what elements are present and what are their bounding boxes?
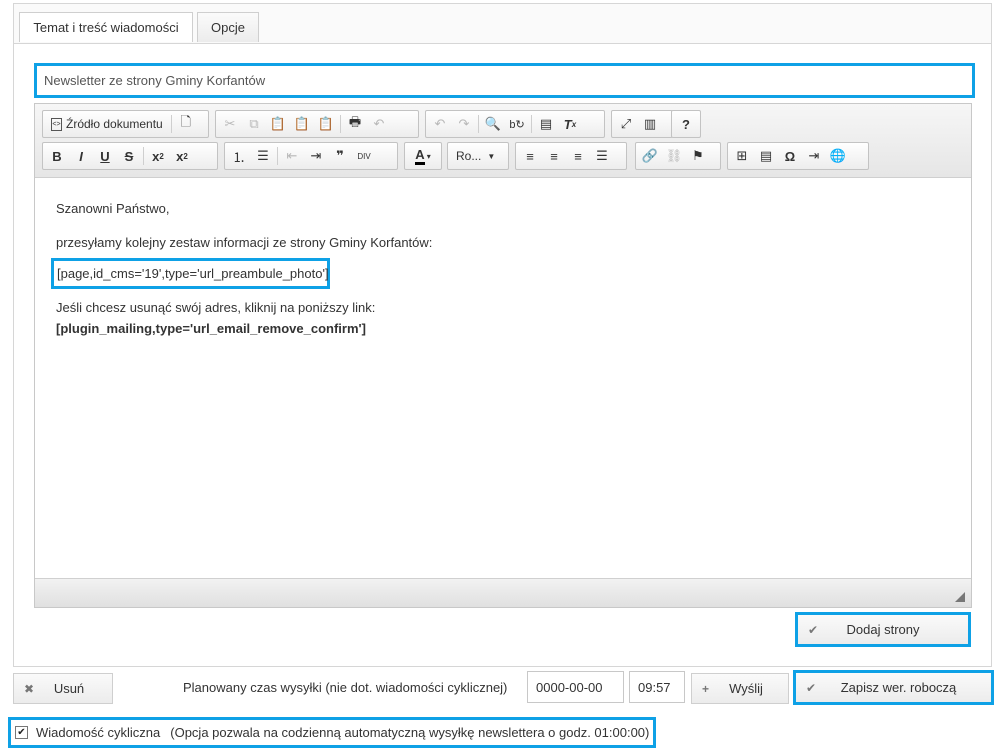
replace-icon[interactable]: b↻ [505,113,529,135]
bulleted-list-icon[interactable]: ☰ [251,145,275,167]
source-button[interactable]: <> Źródło dokumentu [45,113,169,135]
align-justify-icon[interactable]: ☰ [590,145,614,167]
font-combo-value[interactable]: Ro... ▼ [450,145,501,167]
align-right-icon[interactable]: ≡ [566,145,590,167]
paste-text-icon[interactable]: 📋 [290,113,314,135]
italic-icon[interactable]: I [69,145,93,167]
toolbar-group-clipboard: ✂ ⧉ 📋 📋 📋 🖶 ↶ [215,110,419,138]
underline-icon[interactable]: U [93,145,117,167]
subscript-icon[interactable]: x2 [146,145,170,167]
toolbar-group-colors: A ▾ [404,142,442,170]
tab-options-label: Opcje [211,20,245,35]
paste-word-icon[interactable]: 📋 [314,113,338,135]
font-combo[interactable]: Ro... ▼ [447,142,509,170]
toolbar-group-insert: ⊞ ▤ Ω ⇥ 🌐 [727,142,869,170]
iframe-globe-icon[interactable]: 🌐 [826,145,850,167]
redo-icon[interactable]: ↷ [452,113,476,135]
toolbar-group-view: ⤢ ▥ [611,110,673,138]
chevron-down-icon: ▼ [487,151,496,161]
help-icon[interactable]: ? [674,113,698,135]
editor-content[interactable]: Szanowni Państwo, przesyłamy kolejny zes… [36,180,970,578]
cut-icon[interactable]: ✂ [218,113,242,135]
intro-text: przesyłamy kolejny zestaw informacji ze … [56,235,433,250]
maximize-icon[interactable]: ⤢ [614,113,638,135]
toolbar-group-links: 🔗 ⛓ ⚑ [635,142,721,170]
toolbar-group-edit: ↶ ↷ 🔍 b↻ ▤ Tx [425,110,605,138]
horizontal-rule-icon[interactable]: ▤ [754,145,778,167]
tab-options[interactable]: Opcje [197,12,259,42]
strike-icon[interactable]: S [117,145,141,167]
schedule-label: Planowany czas wysyłki (nie dot. wiadomo… [183,680,508,695]
anchor-flag-icon[interactable]: ⚑ [686,145,710,167]
cyclic-message-option: ✔ Wiadomość cykliczna (Opcja pozwala na … [8,717,656,748]
copy-icon[interactable]: ⧉ [242,113,266,135]
bold-icon[interactable]: B [45,145,69,167]
undo-icon[interactable]: ↶ [428,113,452,135]
preamble-tag[interactable]: [page,id_cms='19',type='url_preambule_ph… [51,258,330,289]
remove-format-icon[interactable]: Tx [558,113,582,135]
editor-toolbar: <> Źródło dokumentu 🗋 ✂ ⧉ 📋 📋 📋 🖶 ↶ ↶ ↷ … [35,104,971,178]
outdent-icon[interactable]: ⇤ [280,145,304,167]
paste-icon[interactable]: 📋 [266,113,290,135]
close-icon: ✖ [24,681,35,696]
source-label: Źródło dokumentu [66,117,163,131]
new-page-icon[interactable]: 🗋 [174,113,198,135]
check-icon: ✔ [806,680,817,695]
find-icon[interactable]: 🔍 [481,113,505,135]
link-icon[interactable]: 🔗 [638,145,662,167]
numbered-list-icon[interactable]: ⒈ [227,145,251,167]
toolbar-group-align: ≡ ≡ ≡ ☰ [515,142,627,170]
cyclic-checkbox[interactable]: ✔ [15,726,28,739]
schedule-date-input[interactable]: 0000-00-00 [527,671,624,703]
special-char-icon[interactable]: Ω [778,145,802,167]
show-blocks-icon[interactable]: ▥ [638,113,662,135]
plus-icon: + [702,681,710,696]
greeting-text: Szanowni Państwo, [56,201,170,216]
toolbar-group-basic-styles: B I U S x2 x2 [42,142,218,170]
subject-input[interactable]: Newsletter ze strony Gminy Korfantów [34,63,975,98]
cyclic-label: Wiadomość cykliczna [36,725,161,740]
source-icon: <> [51,117,62,131]
tab-subject-content[interactable]: Temat i treść wiadomości [19,12,193,42]
send-button[interactable]: + Wyślij [691,673,789,704]
remove-link-tag: [plugin_mailing,type='url_email_remove_c… [56,321,366,336]
blockquote-icon[interactable]: ❞ [328,145,352,167]
schedule-time-input[interactable]: 09:57 [629,671,685,703]
editor-status-bar [35,578,971,607]
table-icon[interactable]: ⊞ [730,145,754,167]
remove-info-text: Jeśli chcesz usunąć swój adres, kliknij … [56,300,376,315]
check-icon: ✔ [808,622,819,637]
save-draft-button[interactable]: ✔ Zapisz wer. roboczą [793,670,994,705]
align-left-icon[interactable]: ≡ [518,145,542,167]
div-icon[interactable]: DIV [352,145,376,167]
cyclic-hint: (Opcja pozwala na codzienną automatyczną… [170,725,650,740]
add-pages-button[interactable]: ✔ Dodaj strony [795,612,971,647]
toolbar-group-help: ? [671,110,701,138]
indent-icon[interactable]: ⇥ [304,145,328,167]
resize-handle-icon[interactable] [955,592,965,602]
print-icon[interactable]: 🖶 [343,113,367,135]
toolbar-group-document: <> Źródło dokumentu 🗋 [42,110,209,138]
superscript-icon[interactable]: x2 [170,145,194,167]
text-color-icon[interactable]: A ▾ [407,145,439,167]
select-all-icon[interactable]: ▤ [534,113,558,135]
tab-subject-content-label: Temat i treść wiadomości [33,20,179,35]
page-break-icon[interactable]: ⇥ [802,145,826,167]
delete-button[interactable]: ✖ Usuń [13,673,113,704]
templates-icon[interactable]: ↶ [367,113,391,135]
unlink-icon[interactable]: ⛓ [662,145,686,167]
toolbar-group-paragraph: ⒈ ☰ ⇤ ⇥ ❞ DIV [224,142,398,170]
subject-value: Newsletter ze strony Gminy Korfantów [44,73,266,88]
align-center-icon[interactable]: ≡ [542,145,566,167]
